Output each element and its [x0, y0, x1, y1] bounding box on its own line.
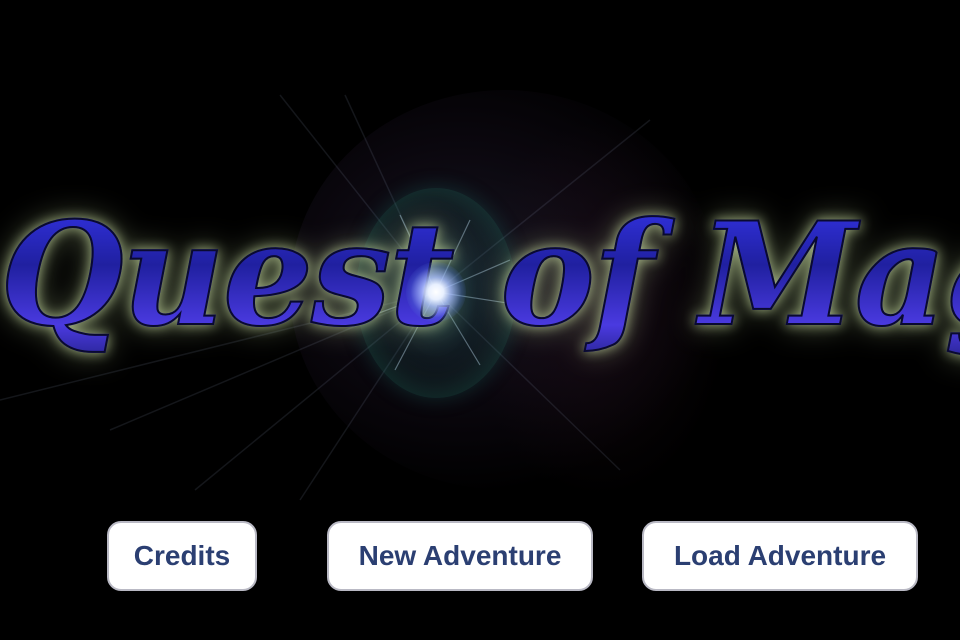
new-adventure-button[interactable]: New Adventure: [327, 521, 593, 591]
credits-button-label: Credits: [133, 540, 231, 571]
new-adventure-button-label: New Adventure: [358, 540, 562, 571]
load-adventure-button[interactable]: Load Adventure: [642, 521, 918, 591]
game-title: Quest of Magic: [0, 175, 960, 375]
credits-button[interactable]: Credits: [107, 521, 257, 591]
lens-flare-core: [406, 262, 466, 322]
title-screen: Quest of Magic Credits New Adventure Loa…: [0, 0, 960, 640]
title-logo: Quest of Magic: [0, 175, 960, 405]
load-adventure-button-label: Load Adventure: [673, 540, 887, 571]
